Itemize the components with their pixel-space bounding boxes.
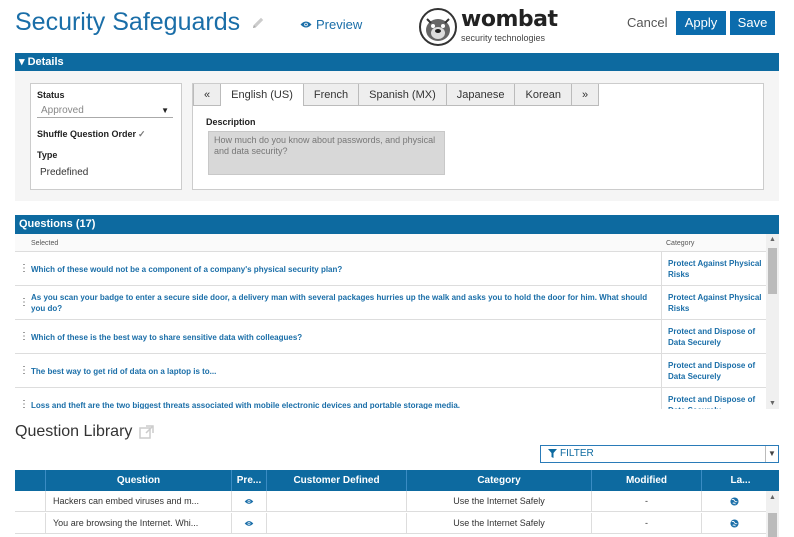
logo-subtitle: security technologies: [461, 33, 546, 43]
library-table-header: Question Pre... Customer Defined Categor…: [15, 470, 779, 491]
question-category: Protect Against Physical Risks: [661, 252, 766, 285]
row-drag-cell[interactable]: [15, 513, 46, 534]
details-section-toggle[interactable]: ▾ Details: [15, 53, 779, 71]
column-header-modified[interactable]: Modified: [592, 470, 702, 491]
customer-defined-cell: [267, 513, 407, 534]
scrollbar-thumb[interactable]: [768, 248, 777, 294]
filter-dropdown[interactable]: FILTER ▼: [540, 445, 779, 463]
description-label: Description: [206, 117, 256, 127]
table-row[interactable]: You are browsing the Internet. Whi... Us…: [15, 513, 766, 534]
question-text[interactable]: Loss and theft are the two biggest threa…: [31, 400, 653, 409]
drag-handle-icon[interactable]: ⋮: [19, 263, 29, 274]
shuffle-question-order[interactable]: Shuffle Question Order ✓: [37, 129, 146, 140]
column-header-preview[interactable]: Pre...: [232, 470, 267, 491]
question-text[interactable]: Which of these would not be a component …: [31, 264, 653, 275]
chevron-down-icon[interactable]: ▼: [765, 446, 778, 462]
column-header-category: Category: [666, 240, 695, 247]
drag-handle-icon[interactable]: ⋮: [19, 365, 29, 376]
tab-japanese[interactable]: Japanese: [446, 84, 516, 106]
language-tabs: « English (US) French Spanish (MX) Japan…: [193, 84, 600, 106]
external-link-icon[interactable]: [139, 425, 154, 445]
question-text[interactable]: As you scan your badge to enter a secure…: [31, 292, 653, 314]
tab-scroll-left[interactable]: «: [193, 84, 222, 106]
cancel-button[interactable]: Cancel: [627, 15, 667, 30]
column-header-customer-defined[interactable]: Customer Defined: [267, 470, 407, 491]
drag-handle-icon[interactable]: ⋮: [19, 331, 29, 342]
questions-table-header: Selected Category: [15, 234, 766, 252]
library-question-text[interactable]: You are browsing the Internet. Whi...: [46, 513, 232, 534]
status-value: Approved: [41, 105, 84, 116]
table-row[interactable]: ⋮ Which of these would not be a componen…: [15, 252, 766, 286]
top-bar: Security Safeguards Preview wombat secur…: [0, 0, 794, 52]
apply-button[interactable]: Apply: [676, 11, 726, 35]
logo-word: wombat: [461, 7, 558, 32]
table-row[interactable]: Hackers can embed viruses and m... Use t…: [15, 491, 766, 512]
library-category: Use the Internet Safely: [407, 491, 592, 512]
tab-french[interactable]: French: [303, 84, 360, 106]
eye-icon: [300, 20, 312, 29]
scrollbar-thumb[interactable]: [768, 513, 777, 537]
preview-link[interactable]: Preview: [300, 17, 362, 32]
shuffle-label: Shuffle Question Order: [37, 129, 137, 139]
question-category: Protect and Dispose of Data Securely: [661, 320, 766, 353]
library-category: Use the Internet Safely: [407, 513, 592, 534]
library-scrollbar[interactable]: ▲: [766, 491, 779, 537]
question-category: Protect Against Physical Risks: [661, 286, 766, 319]
preview-eye-icon[interactable]: [232, 491, 267, 512]
checkbox-checked-icon[interactable]: ✓: [138, 129, 146, 139]
question-library-title: Question Library: [15, 423, 133, 440]
preview-eye-icon[interactable]: [232, 513, 267, 534]
preview-label: Preview: [316, 17, 363, 32]
library-question-text[interactable]: Hackers can embed viruses and m...: [46, 491, 232, 512]
wombat-logo-icon: [419, 8, 457, 46]
questions-scrollbar[interactable]: ▲ ▼: [766, 234, 779, 409]
scroll-down-icon[interactable]: ▼: [769, 400, 776, 407]
status-select[interactable]: Approved ▼: [37, 104, 173, 118]
tab-scroll-right[interactable]: »: [571, 84, 600, 106]
globe-icon[interactable]: [702, 513, 766, 534]
drag-handle-icon[interactable]: ⋮: [19, 297, 29, 308]
status-box: Status Approved ▼ Shuffle Question Order…: [30, 83, 182, 190]
column-header-category[interactable]: Category: [407, 470, 592, 491]
type-label: Type: [37, 150, 58, 160]
tab-spanish-mx[interactable]: Spanish (MX): [359, 84, 447, 106]
table-row[interactable]: ⋮ Which of these is the best way to shar…: [15, 320, 766, 354]
status-label: Status: [37, 90, 65, 100]
description-field[interactable]: How much do you know about passwords, an…: [208, 131, 445, 175]
table-row[interactable]: ⋮ Loss and theft are the two biggest thr…: [15, 388, 766, 409]
customer-defined-cell: [267, 491, 407, 512]
column-header-selected: Selected: [31, 240, 59, 247]
library-modified: -: [592, 491, 702, 512]
filter-icon: [548, 449, 557, 458]
tab-korean[interactable]: Korean: [515, 84, 572, 106]
drag-handle-icon[interactable]: ⋮: [19, 399, 29, 409]
row-drag-cell[interactable]: [15, 491, 46, 512]
library-modified: -: [592, 513, 702, 534]
scroll-up-icon[interactable]: ▲: [769, 236, 776, 243]
question-text[interactable]: The best way to get rid of data on a lap…: [31, 366, 653, 377]
scroll-up-icon[interactable]: ▲: [769, 494, 776, 501]
questions-table: Selected Category ⋮ Which of these would…: [15, 234, 766, 409]
wombat-logo: wombat security technologies: [418, 6, 558, 48]
column-header-drag: [15, 470, 46, 491]
column-header-question[interactable]: Question: [46, 470, 232, 491]
question-category: Protect and Dispose of Data Securely: [661, 354, 766, 387]
question-category: Protect and Dispose of Data Securely: [661, 388, 766, 409]
filter-text: FILTER: [560, 448, 594, 459]
save-button[interactable]: Save: [730, 11, 775, 35]
table-row[interactable]: ⋮ As you scan your badge to enter a secu…: [15, 286, 766, 320]
question-text[interactable]: Which of these is the best way to share …: [31, 332, 653, 343]
filter-label: FILTER: [548, 448, 594, 459]
page-title: Security Safeguards: [15, 8, 241, 36]
table-row[interactable]: ⋮ The best way to get rid of data on a l…: [15, 354, 766, 388]
type-value: Predefined: [40, 167, 89, 178]
globe-icon[interactable]: [702, 491, 766, 512]
column-header-language[interactable]: La...: [702, 470, 779, 491]
caret-down-icon: ▼: [161, 106, 169, 115]
questions-section-header: Questions (17): [15, 215, 779, 234]
language-panel: « English (US) French Spanish (MX) Japan…: [192, 83, 764, 190]
tab-english-us[interactable]: English (US): [221, 84, 304, 106]
pencil-icon[interactable]: [250, 15, 266, 31]
